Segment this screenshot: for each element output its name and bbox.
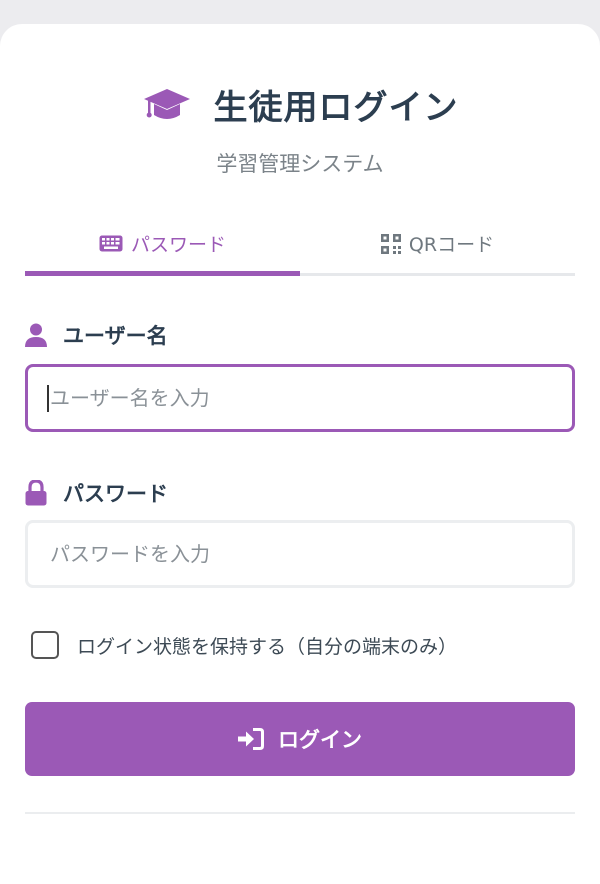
remember-label[interactable]: ログイン状態を保持する（自分の端末のみ）	[77, 632, 457, 659]
tab-qrcode[interactable]: QRコード	[300, 214, 575, 273]
login-button[interactable]: ログイン	[25, 702, 575, 776]
remember-me: ログイン状態を保持する（自分の端末のみ）	[31, 631, 457, 659]
remember-checkbox[interactable]	[31, 631, 59, 659]
password-label: パスワード	[25, 478, 168, 508]
divider	[25, 812, 575, 814]
login-button-label: ログイン	[278, 728, 362, 752]
sign-in-icon	[238, 728, 264, 750]
user-icon	[25, 323, 47, 347]
tab-password-label: パスワード	[130, 234, 226, 256]
login-header: 生徒用ログイン	[0, 80, 600, 129]
password-input[interactable]	[25, 520, 575, 588]
keyboard-icon	[99, 235, 123, 252]
tab-qrcode-label: QRコード	[408, 234, 495, 256]
username-input[interactable]	[25, 364, 575, 432]
text-caret	[47, 385, 49, 412]
username-label-text: ユーザー名	[63, 324, 168, 348]
page-subtitle: 学習管理システム	[216, 152, 384, 176]
username-label: ユーザー名	[25, 320, 168, 350]
graduation-cap-icon	[143, 88, 190, 119]
qrcode-icon	[380, 233, 401, 254]
tab-password[interactable]: パスワード	[25, 214, 300, 276]
login-method-tabs: パスワード QRコード	[25, 214, 575, 276]
lock-icon	[25, 480, 47, 506]
password-label-text: パスワード	[63, 482, 168, 506]
page-title: 生徒用ログイン	[213, 88, 459, 128]
